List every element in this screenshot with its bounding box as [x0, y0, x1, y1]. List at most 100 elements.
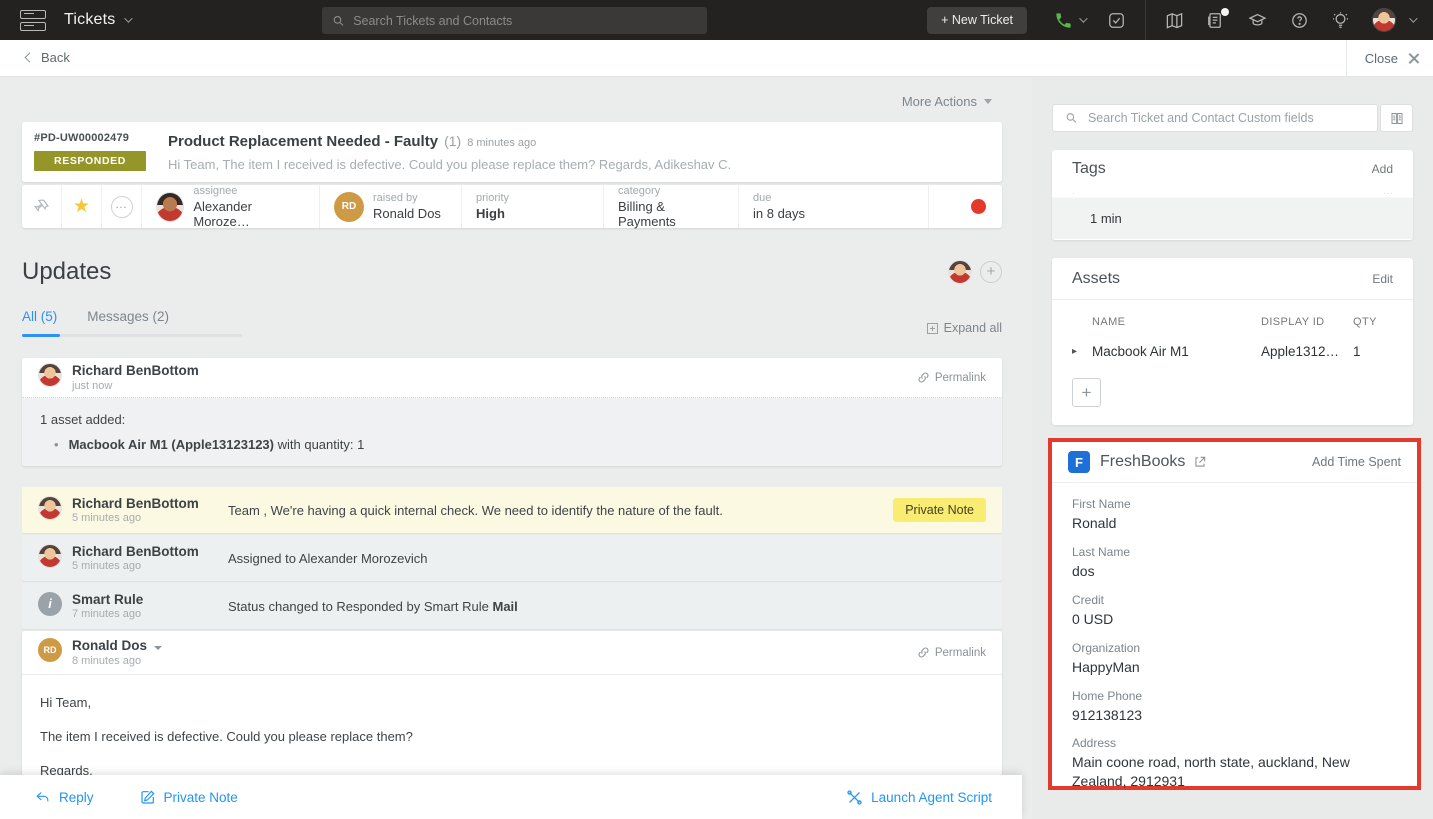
- launch-agent-script-button[interactable]: Launch Agent Script: [846, 789, 992, 806]
- author-name[interactable]: Richard BenBottom: [72, 496, 199, 512]
- feeds-icon[interactable]: [1206, 11, 1225, 30]
- profile-chevron-down-icon[interactable]: [1409, 14, 1417, 22]
- private-note-label: Private Note: [164, 790, 238, 805]
- raised-by-field[interactable]: RD raised by Ronald Dos: [320, 185, 462, 228]
- expand-all-button[interactable]: Expand all: [927, 321, 1002, 335]
- pin-button[interactable]: [22, 185, 62, 228]
- assignee-avatar: [156, 192, 184, 222]
- back-label: Back: [41, 50, 70, 65]
- tags-title: Tags: [1072, 160, 1106, 178]
- tab-underline: [22, 334, 242, 337]
- add-time-spent-button[interactable]: Add Time Spent: [1312, 455, 1401, 469]
- launch-agent-script-label: Launch Agent Script: [871, 790, 992, 805]
- category-field[interactable]: category Billing & Payments: [604, 185, 739, 228]
- global-search-input[interactable]: [353, 14, 697, 28]
- user-avatar[interactable]: [1372, 8, 1396, 32]
- module-title[interactable]: Tickets: [64, 11, 115, 29]
- notification-dot: [1221, 8, 1229, 16]
- close-icon: [1408, 53, 1419, 64]
- map-icon[interactable]: [1165, 11, 1184, 30]
- author-name[interactable]: Richard BenBottom: [72, 544, 199, 560]
- module-chevron-down-icon[interactable]: [125, 14, 133, 22]
- global-search[interactable]: [322, 7, 707, 34]
- more-options-button[interactable]: …: [102, 185, 142, 228]
- ticket-title[interactable]: Product Replacement Needed - Faulty: [168, 133, 438, 150]
- private-note-button[interactable]: Private Note: [140, 789, 238, 805]
- permalink-button[interactable]: Permalink: [917, 371, 986, 384]
- phone-chevron-down-icon[interactable]: [1079, 14, 1087, 22]
- tab-all[interactable]: All (5): [22, 309, 57, 334]
- close-button[interactable]: Close: [1346, 40, 1419, 76]
- asset-display-id: Apple1312…: [1261, 344, 1353, 359]
- current-user-avatar: [948, 260, 972, 284]
- tab-messages[interactable]: Messages (2): [87, 309, 169, 334]
- tasks-icon[interactable]: [1107, 11, 1126, 30]
- search-icon: [332, 14, 345, 28]
- assets-edit-button[interactable]: Edit: [1372, 272, 1393, 286]
- academy-icon[interactable]: [1247, 11, 1268, 30]
- custom-fields-search[interactable]: [1052, 104, 1378, 132]
- due-field[interactable]: due in 8 days: [739, 185, 929, 228]
- update-time: just now: [72, 380, 199, 392]
- update-time: 8 minutes ago: [72, 655, 162, 667]
- asset-row[interactable]: ▸ Macbook Air M1 Apple1312… 1: [1072, 334, 1393, 368]
- scrolled-partial-row: ····: [1052, 188, 1413, 198]
- app-switcher-icon[interactable]: [20, 10, 46, 31]
- ticket-properties-strip: ★ … assignee Alexander Moroze… RD raised…: [22, 185, 1002, 228]
- assets-panel: Assets Edit NAME DISPLAY ID QTY ▸ Macboo…: [1052, 258, 1413, 425]
- expand-all-label: Expand all: [944, 321, 1002, 335]
- author-avatar: RD: [38, 638, 62, 662]
- update-time: 5 minutes ago: [72, 512, 199, 524]
- updates-tabs: All (5) Messages (2) Expand all: [22, 309, 1002, 337]
- user-avatar-image: [1372, 8, 1396, 32]
- assets-column-headers: NAME DISPLAY ID QTY: [1072, 310, 1393, 334]
- field-address: Address Main coone road, north state, au…: [1072, 736, 1397, 791]
- assignee-field[interactable]: assignee Alexander Moroze…: [142, 185, 320, 228]
- more-actions-button[interactable]: More Actions: [902, 94, 992, 109]
- back-button[interactable]: Back: [26, 50, 70, 65]
- priority-field[interactable]: priority High: [462, 185, 604, 228]
- priority-value: High: [476, 206, 509, 221]
- ticket-thread-count: (1): [444, 133, 461, 149]
- permalink-label: Permalink: [935, 647, 986, 659]
- ticket-header-card: #PD-UW00002479 RESPONDED Product Replace…: [22, 122, 1002, 182]
- more-actions-caret-icon: [984, 99, 992, 104]
- assets-title: Assets: [1072, 270, 1120, 288]
- book-icon: [1389, 111, 1405, 126]
- author-name[interactable]: Ronald Dos: [72, 638, 162, 654]
- ticket-id: #PD-UW00002479: [34, 132, 156, 144]
- help-icon[interactable]: [1290, 11, 1309, 30]
- author-name: Smart Rule: [72, 592, 143, 608]
- reply-button[interactable]: Reply: [34, 790, 94, 805]
- freshbooks-panel: F FreshBooks Add Time Spent First Name R…: [1052, 442, 1417, 786]
- field-last-name: Last Name dos: [1072, 545, 1397, 581]
- expand-triangle-icon[interactable]: ▸: [1072, 346, 1092, 357]
- add-update-button[interactable]: +: [980, 261, 1002, 283]
- event-text: Status changed to Responded by Smart Rul…: [228, 599, 986, 614]
- author-chevron-icon[interactable]: [154, 646, 162, 650]
- layout-toggle-button[interactable]: [1380, 104, 1413, 132]
- assignee-value: Alexander Moroze…: [193, 199, 305, 229]
- custom-fields-search-input[interactable]: [1088, 111, 1365, 125]
- link-icon: [917, 371, 930, 384]
- whats-new-icon[interactable]: [1331, 11, 1350, 30]
- reply-action-bar: Reply Private Note Launch Agent Script: [0, 775, 1022, 819]
- category-label: category: [618, 185, 724, 197]
- priority-label: priority: [476, 192, 509, 204]
- tags-panel: Tags Add ···· 1 min: [1052, 150, 1413, 240]
- freshbooks-highlight-border: F FreshBooks Add Time Spent First Name R…: [1048, 438, 1421, 790]
- asset-added-line: 1 asset added:: [40, 412, 986, 427]
- add-asset-button[interactable]: +: [1072, 378, 1101, 407]
- top-navigation-bar: Tickets + New Ticket: [0, 0, 1433, 40]
- star-button[interactable]: ★: [62, 185, 102, 228]
- new-ticket-button[interactable]: + New Ticket: [927, 7, 1027, 34]
- author-avatar: [38, 363, 62, 387]
- tags-add-button[interactable]: Add: [1372, 162, 1393, 176]
- external-link-icon[interactable]: [1193, 455, 1207, 469]
- permalink-button[interactable]: Permalink: [917, 646, 986, 659]
- updates-heading: Updates: [22, 258, 111, 286]
- author-name[interactable]: Richard BenBottom: [72, 363, 199, 379]
- private-note-badge[interactable]: Private Note: [893, 498, 986, 522]
- phone-icon[interactable]: [1054, 11, 1085, 30]
- event-text: Assigned to Alexander Morozevich: [228, 551, 986, 566]
